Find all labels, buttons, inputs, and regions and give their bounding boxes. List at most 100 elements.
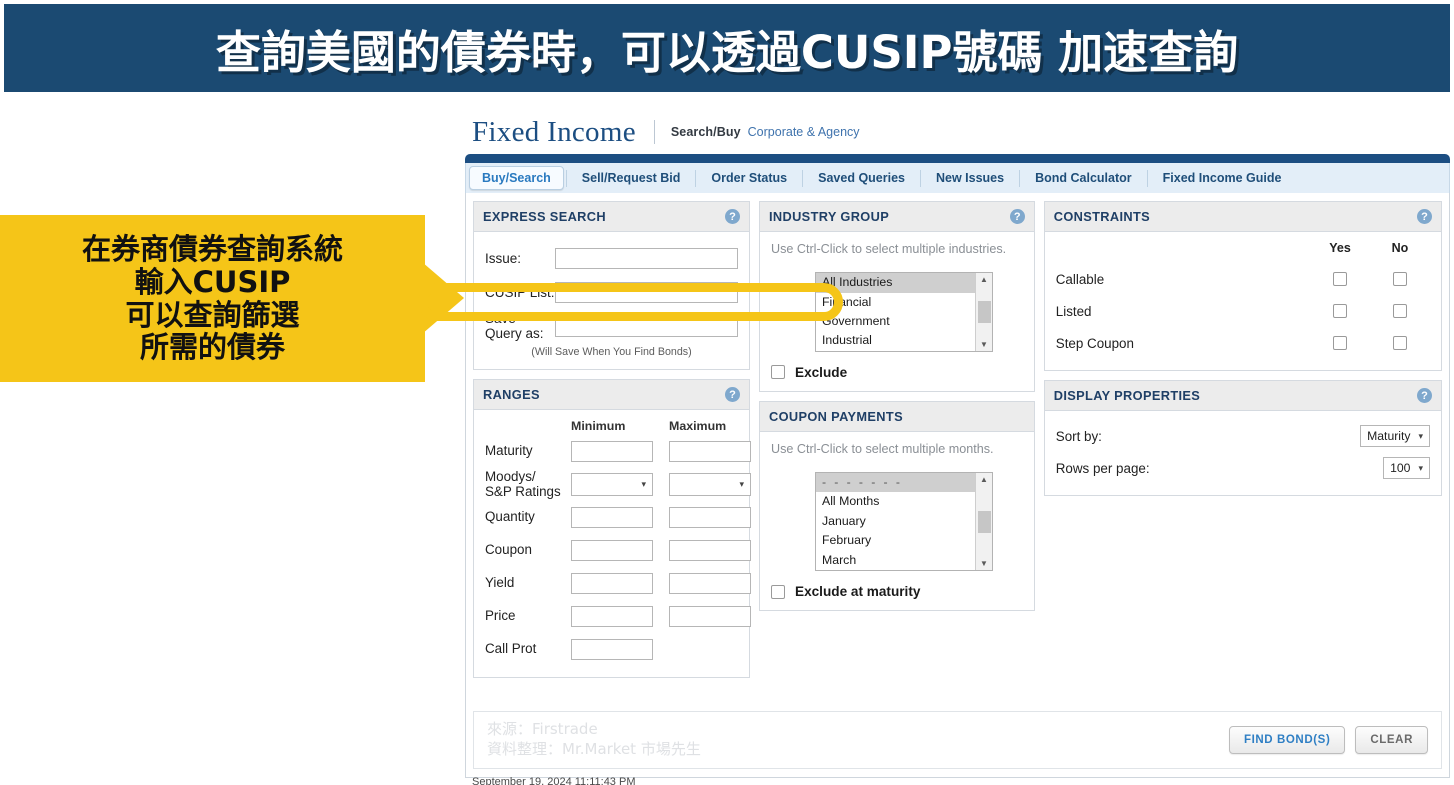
maturity-max-input[interactable] — [669, 441, 751, 462]
ranges-title: RANGES — [483, 387, 540, 402]
main-tabbar: Buy/Search Sell/Request Bid Order Status… — [465, 163, 1450, 193]
issue-input[interactable] — [555, 247, 738, 269]
cusip-list-label: CUSIP List: — [485, 284, 555, 300]
help-icon[interactable]: ? — [725, 387, 740, 402]
quantity-label: Quantity — [485, 509, 535, 525]
cusip-list-input[interactable] — [555, 281, 738, 303]
ranges-panel: RANGES ? Minimum Maximum Maturity Moodys… — [473, 379, 751, 678]
yield-max-input[interactable] — [669, 573, 751, 594]
help-icon[interactable]: ? — [1009, 209, 1025, 224]
price-max-input[interactable] — [669, 606, 751, 627]
coupon-max-input[interactable] — [669, 540, 751, 561]
maturity-min-input[interactable] — [571, 441, 653, 462]
months-option-all[interactable]: All Months — [816, 492, 975, 511]
constraints-column-headers: Yes No — [1056, 241, 1430, 255]
title-divider — [653, 120, 655, 144]
tab-buy-search[interactable]: Buy/Search — [469, 166, 564, 190]
coupon-payments-body: Use Ctrl-Click to select multiple months… — [760, 432, 1034, 610]
tab-divider — [802, 169, 804, 187]
sort-by-value: Maturity — [1367, 429, 1411, 443]
industry-scrollbar[interactable]: ▲ ▼ — [975, 273, 992, 351]
industry-exclude-row: Exclude — [771, 365, 1023, 380]
sort-by-select[interactable]: Maturity ▾ — [1360, 425, 1430, 447]
range-row-coupon: Coupon — [485, 534, 751, 567]
help-icon[interactable]: ? — [725, 209, 740, 224]
quantity-max-input[interactable] — [669, 507, 751, 528]
callable-no-checkbox[interactable] — [1393, 272, 1407, 286]
help-icon[interactable]: ? — [1417, 209, 1432, 224]
source-watermark: 來源：Firstrade 資料整理：Mr.Market 市場先生 — [487, 720, 701, 760]
months-listbox[interactable]: - - - - - - - All Months January Februar… — [815, 472, 993, 572]
quantity-min-input[interactable] — [571, 507, 653, 528]
chevron-up-icon[interactable]: ▲ — [980, 475, 988, 484]
display-properties-title: DISPLAY PROPERTIES — [1053, 388, 1201, 403]
price-min-input[interactable] — [571, 606, 653, 627]
step-coupon-no-checkbox[interactable] — [1393, 336, 1407, 350]
save-query-input[interactable] — [555, 315, 738, 337]
months-scrollbar[interactable]: ▲ ▼ — [975, 473, 992, 571]
industry-option-financial[interactable]: Financial — [816, 293, 975, 312]
rows-per-page-value: 100 — [1390, 461, 1411, 475]
industry-group-panel: INDUSTRY GROUP ? Use Ctrl-Click to selec… — [759, 201, 1035, 392]
months-options: - - - - - - - All Months January Februar… — [816, 473, 975, 570]
callout-line-2: 輸入CUSIP — [134, 264, 291, 299]
listed-yes-checkbox[interactable] — [1333, 304, 1347, 318]
tab-fixed-income-guide[interactable]: Fixed Income Guide — [1150, 166, 1295, 190]
constraint-row-step-coupon: Step Coupon — [1056, 327, 1430, 359]
scrollbar-thumb[interactable] — [977, 301, 991, 324]
range-row-maturity: Maturity — [485, 435, 751, 468]
clear-button[interactable]: CLEAR — [1355, 726, 1428, 754]
industry-option-industrial[interactable]: Industrial — [816, 331, 975, 350]
tab-bond-calculator[interactable]: Bond Calculator — [1022, 166, 1145, 190]
tab-order-status[interactable]: Order Status — [698, 166, 800, 190]
range-row-call-prot: Call Prot — [485, 633, 738, 666]
header-banner: 查詢美國的債券時，可以透過CUSIP號碼 加速查詢 — [4, 4, 1450, 92]
tab-sell-request-bid[interactable]: Sell/Request Bid — [569, 166, 694, 190]
call-prot-min-input[interactable] — [571, 639, 653, 660]
help-icon[interactable]: ? — [1417, 388, 1432, 403]
chevron-up-icon[interactable]: ▲ — [980, 275, 988, 284]
callout-line-4: 所需的債券 — [139, 330, 285, 365]
ratings-min-select[interactable]: ▾ — [571, 473, 653, 496]
banner-title: 查詢美國的債券時，可以透過CUSIP號碼 加速查詢 — [215, 25, 1239, 79]
minimum-header: Minimum — [571, 419, 626, 433]
chevron-down-icon[interactable]: ▼ — [980, 559, 988, 568]
months-option-january[interactable]: January — [816, 512, 975, 531]
industry-option-all[interactable]: All Industries — [816, 273, 975, 293]
tab-new-issues[interactable]: New Issues — [923, 166, 1017, 190]
constraint-row-listed: Listed — [1056, 295, 1430, 327]
coupon-exclude-checkbox[interactable] — [771, 584, 785, 599]
step-coupon-yes-checkbox[interactable] — [1333, 336, 1347, 350]
months-option-february[interactable]: February — [816, 531, 975, 550]
coupon-payments-panel: COUPON PAYMENTS Use Ctrl-Click to select… — [759, 400, 1035, 612]
page-title: Fixed Income — [472, 115, 636, 148]
tab-divider — [920, 169, 921, 187]
maximum-header: Maximum — [669, 419, 727, 433]
industry-option-government[interactable]: Government — [816, 312, 975, 331]
coupon-min-input[interactable] — [571, 540, 653, 561]
listed-no-checkbox[interactable] — [1393, 304, 1407, 318]
months-option-blank[interactable]: - - - - - - - — [816, 473, 975, 493]
rows-per-page-select[interactable]: 100 ▾ — [1383, 457, 1430, 479]
coupon-label: Coupon — [485, 542, 532, 558]
find-bonds-button[interactable]: FIND BOND(S) — [1228, 726, 1346, 754]
ratings-max-select[interactable]: ▾ — [669, 473, 751, 496]
callable-yes-checkbox[interactable] — [1333, 272, 1347, 286]
breadcrumb-section: Search/Buy — [670, 125, 741, 139]
ratings-label: Moodys/ S&P Ratings — [485, 469, 571, 499]
industry-listbox[interactable]: All Industries Financial Government Indu… — [815, 272, 993, 352]
callout-line-3: 可以查詢篩選 — [125, 297, 300, 332]
ratings-label-line1: Moodys/ — [485, 469, 536, 485]
app-title-row: Fixed Income Search/Buy Corporate & Agen… — [465, 110, 1450, 154]
months-option-march[interactable]: March — [816, 551, 975, 570]
no-header: No — [1391, 241, 1409, 255]
callout-arrow-icon — [422, 262, 464, 334]
industry-exclude-checkbox[interactable] — [771, 365, 785, 380]
chevron-down-icon[interactable]: ▼ — [980, 340, 988, 349]
scrollbar-thumb[interactable] — [977, 510, 991, 533]
tab-saved-queries[interactable]: Saved Queries — [805, 166, 918, 190]
callable-label: Callable — [1055, 271, 1105, 287]
search-form-body: EXPRESS SEARCH ? Issue: CUSIP List: Save… — [465, 193, 1450, 778]
coupon-payments-note: Use Ctrl-Click to select multiple months… — [771, 441, 994, 456]
yield-min-input[interactable] — [571, 573, 653, 594]
